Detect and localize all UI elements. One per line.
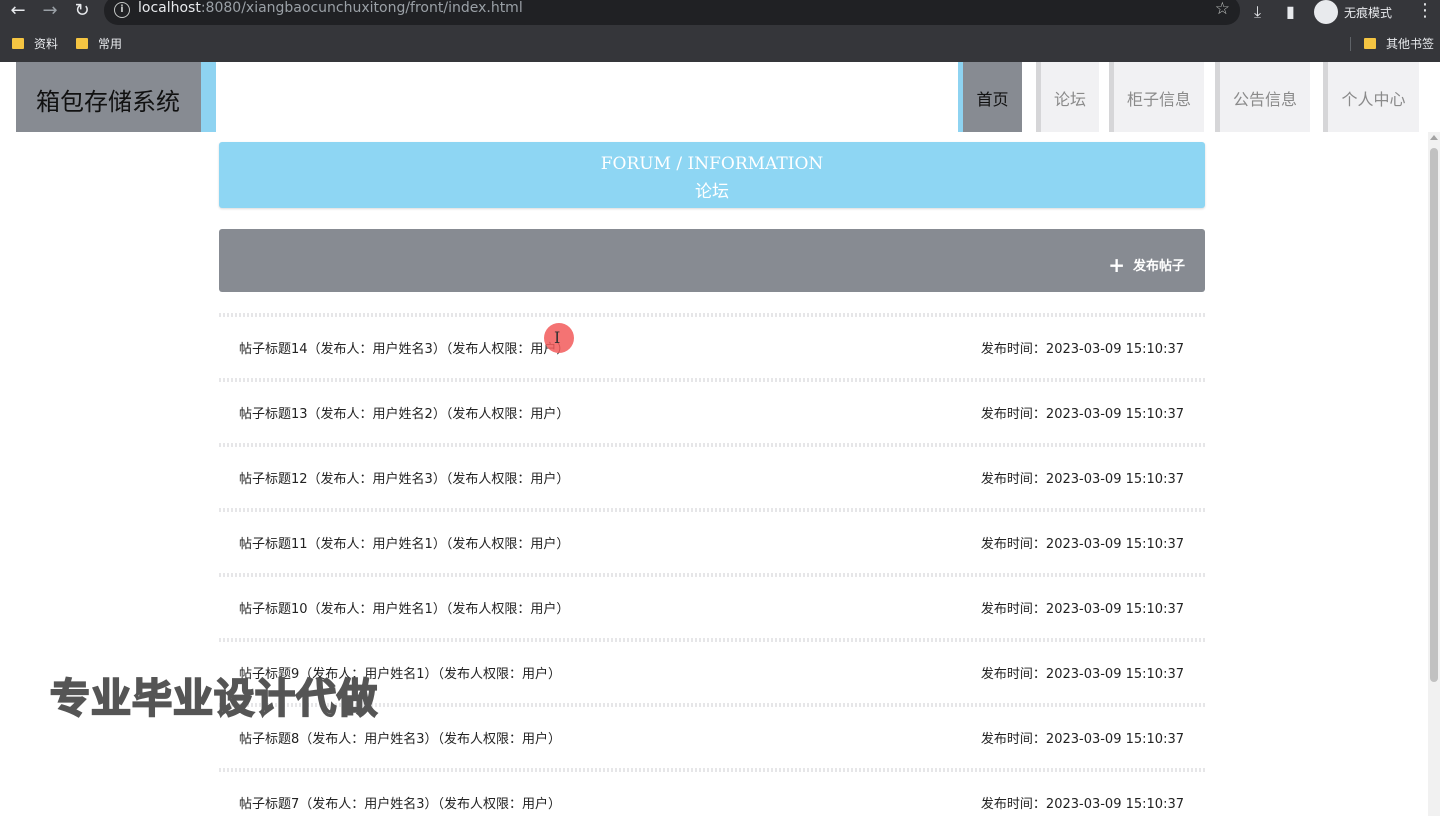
list-item[interactable]: 帖子标题12（发布人：用户姓名3）（发布人权限：用户） 发布时间：2023-03…: [219, 443, 1205, 508]
scroll-thumb[interactable]: [1430, 148, 1438, 682]
folder-icon: [12, 38, 24, 49]
folder-icon: [76, 38, 88, 49]
incognito-icon[interactable]: [1314, 0, 1338, 24]
list-item[interactable]: 帖子标题14（发布人：用户姓名3）（发布人权限：用户） 发布时间：2023-03…: [219, 313, 1205, 378]
url-host: localhost: [138, 0, 201, 16]
reload-icon[interactable]: ↻: [70, 0, 94, 24]
bookmark-label: 常用: [98, 37, 123, 51]
post-title[interactable]: 帖子标题10（发布人：用户姓名1）（发布人权限：用户）: [239, 598, 569, 617]
nav-label: 个人中心: [1341, 90, 1406, 109]
post-time: 发布时间：2023-03-09 15:10:37: [980, 407, 1184, 422]
dotted-divider: [219, 573, 1205, 577]
back-icon[interactable]: ←: [6, 0, 30, 24]
post-title[interactable]: 帖子标题7（发布人：用户姓名3）（发布人权限：用户）: [239, 793, 561, 812]
address-bar[interactable]: i localhost:8080/xiangbaocunchuxitong/fr…: [104, 0, 1240, 25]
nav-label: 公告信息: [1232, 90, 1297, 109]
post-title[interactable]: 帖子标题11（发布人：用户姓名1）（发布人权限：用户）: [239, 533, 569, 552]
folder-icon: [1364, 38, 1376, 49]
post-title[interactable]: 帖子标题13（发布人：用户姓名2）（发布人权限：用户）: [239, 403, 569, 422]
side-panel-icon[interactable]: ▮: [1286, 2, 1295, 21]
scroll-up-arrow-icon[interactable]: [1430, 135, 1438, 140]
publish-label: 发布帖子: [1132, 259, 1185, 274]
incognito-label[interactable]: 无痕模式: [1344, 4, 1392, 21]
post-title[interactable]: 帖子标题8（发布人：用户姓名3）（发布人权限：用户）: [239, 728, 561, 747]
dotted-divider: [219, 768, 1205, 772]
dotted-divider: [219, 508, 1205, 512]
post-title[interactable]: 帖子标题14（发布人：用户姓名3）（发布人权限：用户）: [239, 338, 569, 357]
bookmark-divider: [1350, 37, 1351, 51]
banner-title-cn: 论坛: [695, 182, 729, 202]
nav-forum[interactable]: 论坛: [1036, 62, 1099, 132]
url-path: :8080/xiangbaocunchuxitong/front/index.h…: [200, 0, 523, 16]
post-time: 发布时间：2023-03-09 15:10:37: [980, 732, 1184, 747]
nav-announcements[interactable]: 公告信息: [1215, 62, 1310, 132]
cursor-highlight: I: [544, 323, 574, 353]
bookmark-star-icon[interactable]: ☆: [1215, 0, 1230, 19]
dotted-divider: [219, 378, 1205, 382]
dotted-divider: [219, 443, 1205, 447]
bookmark-folder-other[interactable]: 其他书签: [1364, 33, 1434, 55]
nav-home[interactable]: 首页: [958, 62, 1022, 132]
nav-label: 首页: [976, 90, 1009, 109]
post-title[interactable]: 帖子标题12（发布人：用户姓名3）（发布人权限：用户）: [239, 468, 569, 487]
bookmarks-bar: 资料 常用 其他书签: [0, 33, 1440, 55]
list-item[interactable]: 帖子标题7（发布人：用户姓名3）（发布人权限：用户） 发布时间：2023-03-…: [219, 768, 1205, 833]
post-time: 发布时间：2023-03-09 15:10:37: [980, 667, 1184, 682]
bookmark-label: 其他书签: [1386, 37, 1435, 51]
dotted-divider: [219, 313, 1205, 317]
section-banner: FORUM / INFORMATION 论坛: [219, 142, 1205, 208]
info-icon[interactable]: i: [114, 2, 130, 18]
bookmark-label: 资料: [34, 37, 59, 51]
url-text[interactable]: localhost:8080/xiangbaocunchuxitong/fron…: [138, 0, 523, 16]
banner-title-en: FORUM / INFORMATION: [600, 154, 824, 174]
list-item[interactable]: 帖子标题11（发布人：用户姓名1）（发布人权限：用户） 发布时间：2023-03…: [219, 508, 1205, 573]
post-time: 发布时间：2023-03-09 15:10:37: [980, 797, 1184, 812]
dotted-divider: [219, 638, 1205, 642]
plus-icon: +: [1108, 253, 1125, 277]
nav-lockers[interactable]: 柜子信息: [1109, 62, 1204, 132]
watermark-text: 专业毕业设计代做: [49, 675, 378, 723]
text-cursor-icon: I: [554, 328, 561, 347]
nav-label: 柜子信息: [1126, 90, 1191, 109]
action-bar: + 发布帖子: [219, 229, 1205, 292]
site-title: 箱包存储系统: [36, 88, 180, 116]
publish-post-button[interactable]: + 发布帖子: [1108, 253, 1185, 277]
nav-profile[interactable]: 个人中心: [1323, 62, 1419, 132]
forward-icon[interactable]: →: [38, 0, 62, 24]
download-icon[interactable]: ⤓: [1254, 2, 1261, 22]
list-item[interactable]: 帖子标题10（发布人：用户姓名1）（发布人权限：用户） 发布时间：2023-03…: [219, 573, 1205, 638]
bookmark-folder-changyong[interactable]: 常用: [76, 33, 122, 55]
post-time: 发布时间：2023-03-09 15:10:37: [980, 472, 1184, 487]
page-scrollbar[interactable]: [1428, 132, 1440, 816]
logo-accent-bar: [201, 62, 216, 132]
post-time: 发布时间：2023-03-09 15:10:37: [980, 602, 1184, 617]
nav-label: 论坛: [1053, 90, 1086, 109]
list-item[interactable]: 帖子标题13（发布人：用户姓名2）（发布人权限：用户） 发布时间：2023-03…: [219, 378, 1205, 443]
browser-menu-icon[interactable]: ⋮: [1416, 0, 1434, 21]
site-logo[interactable]: 箱包存储系统: [16, 62, 201, 132]
browser-toolbar: ← → ↻ i localhost:8080/xiangbaocunchuxit…: [0, 0, 1440, 25]
post-time: 发布时间：2023-03-09 15:10:37: [980, 537, 1184, 552]
post-time: 发布时间：2023-03-09 15:10:37: [980, 342, 1184, 357]
browser-chrome: ← → ↻ i localhost:8080/xiangbaocunchuxit…: [0, 0, 1440, 62]
bookmark-folder-ziliao[interactable]: 资料: [12, 33, 58, 55]
